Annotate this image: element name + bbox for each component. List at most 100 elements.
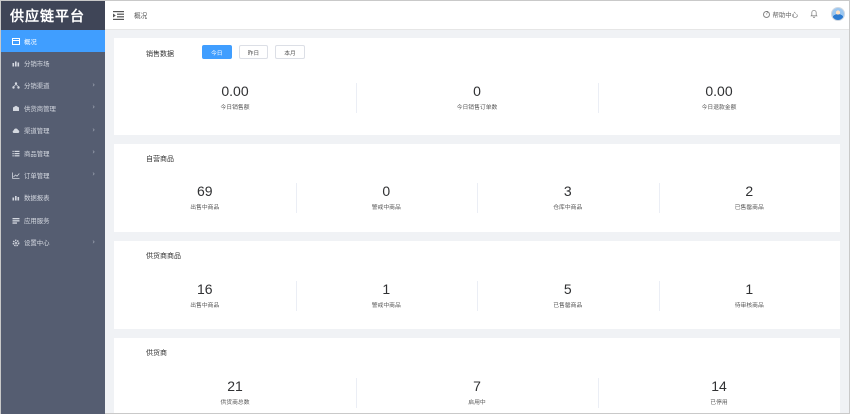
sidebar-item-services[interactable]: 应用服务: [1, 209, 105, 231]
chevron-right-icon: ›: [92, 237, 95, 246]
stat-value: 69: [196, 183, 213, 199]
supplier-goods-card: 供货商商品 16 出售中商品 1 警戒中商品 5 已售罄商品 1 待审核商品: [114, 241, 840, 329]
stat-label: 今日退款金额: [701, 105, 737, 111]
tab-yesterday[interactable]: 昨日: [238, 45, 269, 59]
sidebar-item-market[interactable]: 分销市场: [1, 52, 105, 74]
stat-warning: 1 警戒中商品: [295, 281, 478, 311]
sales-card: 销售数据 今日 昨日 本月 0.00 今日销售额 0 今日销售订单数 0.00 …: [114, 38, 840, 135]
gear-icon: [11, 238, 20, 247]
stat-label: 已停用: [710, 400, 728, 406]
app-logo: 供应链平台: [1, 1, 105, 30]
sidebar-item-label: 分销市场: [24, 60, 50, 69]
stat-value: 1: [382, 281, 391, 297]
stat-value: 16: [196, 281, 213, 297]
channel-icon: [11, 81, 20, 90]
sidebar-item-settings[interactable]: 设置中心 ›: [1, 232, 105, 254]
chevron-right-icon: ›: [92, 147, 95, 156]
stat-value: 3: [563, 183, 572, 199]
stat-value: 1: [745, 281, 754, 297]
sidebar-item-label: 应用服务: [24, 216, 50, 225]
help-icon: ?: [763, 10, 771, 18]
top-right-actions: ? 帮助中心: [763, 7, 845, 21]
stat-today-refund: 0.00 今日退款金额: [598, 83, 840, 113]
sidebar-item-label: 订单管理: [24, 172, 50, 181]
stat-label: 警戒中商品: [371, 303, 401, 309]
sidebar-item-overview[interactable]: 概况: [1, 30, 105, 53]
stat-label: 出售中商品: [190, 205, 220, 211]
stat-on-sale: 69 出售中商品: [114, 183, 296, 211]
suppliers-stats: 21 供货商总数 7 启用中 14 已停用: [114, 378, 840, 408]
date-tabs: 今日 昨日 本月: [202, 45, 312, 59]
stat-value: 5: [563, 281, 572, 297]
stat-value: 21: [227, 378, 243, 394]
stat-disabled: 14 已停用: [598, 378, 840, 408]
tab-today[interactable]: 今日: [202, 45, 232, 59]
stat-label: 仓库中商品: [553, 205, 583, 211]
stat-label: 出售中商品: [190, 303, 220, 309]
sidebar-item-label: 渠道管理: [24, 127, 50, 136]
stat-pending-review: 1 待审核商品: [658, 281, 841, 311]
sidebar: 供应链平台 概况 分销市场 分销渠道 › 供货商管理 › 渠道管理 › 商品管理: [1, 1, 105, 414]
breadcrumb: 概况: [134, 12, 148, 20]
sidebar-item-supplier[interactable]: 供货商管理 ›: [1, 97, 105, 119]
cloud-icon: [11, 126, 20, 135]
stat-value: 14: [711, 378, 727, 394]
stat-label: 今日销售额: [220, 105, 250, 111]
suppliers-card: 供货商 21 供货商总数 7 启用中 14 已停用: [114, 338, 840, 413]
sidebar-item-label: 分销渠道: [24, 82, 50, 91]
sidebar-item-label: 供货商管理: [24, 104, 56, 113]
help-center-link[interactable]: ? 帮助中心: [763, 10, 798, 19]
stat-sold-out: 2 已售罄商品: [658, 183, 841, 213]
stat-sold-out: 5 已售罄商品: [477, 281, 659, 311]
avatar[interactable]: [831, 7, 845, 21]
sales-stats: 0.00 今日销售额 0 今日销售订单数 0.00 今日退款金额: [114, 83, 840, 113]
suppliers-title: 供货商: [146, 349, 167, 357]
sidebar-item-goods[interactable]: 商品管理 ›: [1, 142, 105, 164]
tab-this-month[interactable]: 本月: [275, 45, 305, 59]
stat-value: 2: [745, 183, 754, 199]
market-icon: [11, 59, 20, 68]
report-icon: [11, 193, 20, 202]
main-content: 销售数据 今日 昨日 本月 0.00 今日销售额 0 今日销售订单数 0.00 …: [105, 30, 849, 413]
stat-supplier-total: 21 供货商总数: [114, 378, 356, 406]
stat-warning: 0 警戒中商品: [295, 183, 478, 213]
stat-label: 已售罄商品: [553, 303, 583, 309]
own-goods-card: 自营商品 69 出售中商品 0 警戒中商品 3 仓库中商品 2 已售罄商品: [114, 144, 840, 232]
sidebar-item-channel[interactable]: 分销渠道 ›: [1, 75, 105, 97]
stat-label: 今日销售订单数: [456, 105, 498, 111]
stat-on-sale: 16 出售中商品: [114, 281, 296, 309]
stat-label: 待审核商品: [734, 303, 764, 309]
stat-in-warehouse: 3 仓库中商品: [477, 183, 659, 213]
stat-enabled: 7 启用中: [356, 378, 598, 408]
service-icon: [11, 216, 20, 225]
sidebar-item-reports[interactable]: 数据报表: [1, 187, 105, 209]
sidebar-item-orders[interactable]: 订单管理 ›: [1, 164, 105, 186]
stat-value: 0: [382, 183, 391, 199]
trend-icon: [11, 171, 20, 180]
stat-label: 供货商总数: [220, 400, 250, 406]
sidebar-item-label: 概况: [24, 37, 37, 46]
sidebar-item-label: 设置中心: [24, 239, 50, 248]
stat-label: 启用中: [468, 400, 486, 406]
supplier-goods-stats: 16 出售中商品 1 警戒中商品 5 已售罄商品 1 待审核商品: [114, 281, 841, 311]
own-goods-title: 自营商品: [146, 155, 174, 163]
sidebar-menu: 概况 分销市场 分销渠道 › 供货商管理 › 渠道管理 › 商品管理 › 订单管…: [1, 30, 105, 254]
chevron-right-icon: ›: [92, 125, 95, 134]
chevron-right-icon: ›: [92, 103, 95, 112]
list-icon: [11, 149, 20, 158]
chevron-right-icon: ›: [92, 80, 95, 89]
stat-today-orders: 0 今日销售订单数: [356, 83, 598, 113]
stat-value: 7: [473, 378, 481, 394]
dashboard-icon: [11, 37, 20, 46]
sidebar-item-label: 商品管理: [24, 149, 50, 158]
chevron-right-icon: ›: [92, 170, 95, 179]
supplier-goods-title: 供货商商品: [146, 252, 181, 260]
stat-label: 已售罄商品: [734, 205, 764, 211]
stat-value: 0.00: [705, 83, 733, 99]
sales-title: 销售数据: [146, 50, 174, 58]
bell-icon[interactable]: [810, 9, 818, 20]
stat-today-sales: 0.00 今日销售额: [114, 83, 356, 111]
sidebar-item-label: 数据报表: [24, 194, 50, 203]
sidebar-item-channel-manage[interactable]: 渠道管理 ›: [1, 120, 105, 142]
collapse-menu-icon[interactable]: [112, 10, 124, 20]
